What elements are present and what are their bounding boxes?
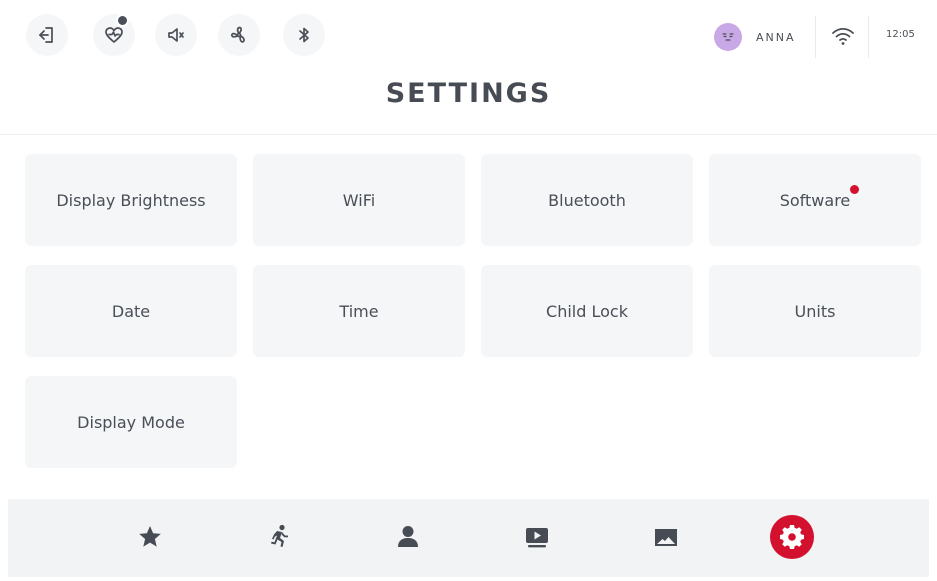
user-profile[interactable]: ANNA	[714, 23, 796, 51]
wifi-icon[interactable]	[831, 25, 855, 47]
tile-label: Date	[111, 301, 151, 321]
notification-dot	[116, 14, 129, 27]
heart-rate-icon	[105, 27, 123, 43]
avatar-face-icon	[722, 33, 734, 41]
volume-icon	[168, 28, 184, 42]
running-person-icon	[271, 524, 288, 547]
nav-videos[interactable]	[515, 515, 559, 559]
page-title: SETTINGS	[385, 78, 552, 109]
top-bar: ANNA 12:05	[0, 0, 937, 78]
tile-child-lock[interactable]: Child Lock	[481, 265, 693, 357]
star-icon	[139, 526, 161, 547]
nav-scenery[interactable]	[644, 515, 688, 559]
bottom-nav	[8, 499, 929, 577]
gear-icon	[780, 525, 804, 549]
bluetooth-button[interactable]	[283, 14, 325, 56]
bluetooth-icon	[299, 27, 309, 43]
nav-settings[interactable]	[770, 515, 814, 559]
tile-date[interactable]: Date	[25, 265, 237, 357]
tile-label: WiFi	[342, 190, 376, 210]
tile-wifi[interactable]: WiFi	[253, 154, 465, 246]
tile-label: Child Lock	[546, 301, 628, 321]
tile-label: Display Brightness	[56, 190, 206, 210]
tile-label: Display Mode	[77, 412, 185, 432]
landscape-icon	[655, 529, 677, 546]
heart-rate-button[interactable]	[93, 14, 135, 56]
divider	[868, 16, 869, 58]
user-name: ANNA	[756, 30, 796, 44]
nav-profile[interactable]	[386, 515, 430, 559]
fan-button[interactable]	[218, 14, 260, 56]
user-icon	[398, 526, 418, 547]
tile-label: Units	[794, 301, 836, 321]
update-badge	[850, 184, 860, 194]
nav-workouts[interactable]	[257, 515, 301, 559]
video-play-icon	[526, 528, 548, 548]
tile-label: Software	[779, 190, 851, 210]
tile-display-mode[interactable]: Display Mode	[25, 376, 237, 468]
tile-software[interactable]: Software	[709, 154, 921, 246]
tile-label-wrap: Software	[779, 184, 860, 210]
tile-display-brightness[interactable]: Display Brightness	[25, 154, 237, 246]
volume-button[interactable]	[155, 14, 197, 56]
logout-button[interactable]	[26, 14, 68, 56]
logout-icon	[39, 27, 53, 43]
clock: 12:05	[886, 29, 915, 40]
fan-icon	[230, 26, 245, 43]
tile-label: Bluetooth	[548, 190, 626, 210]
nav-favorites[interactable]	[128, 515, 172, 559]
avatar	[714, 23, 742, 51]
tile-units[interactable]: Units	[709, 265, 921, 357]
tile-bluetooth[interactable]: Bluetooth	[481, 154, 693, 246]
divider	[815, 16, 816, 58]
header-divider	[0, 134, 937, 135]
tile-label: Time	[339, 301, 379, 321]
tile-time[interactable]: Time	[253, 265, 465, 357]
